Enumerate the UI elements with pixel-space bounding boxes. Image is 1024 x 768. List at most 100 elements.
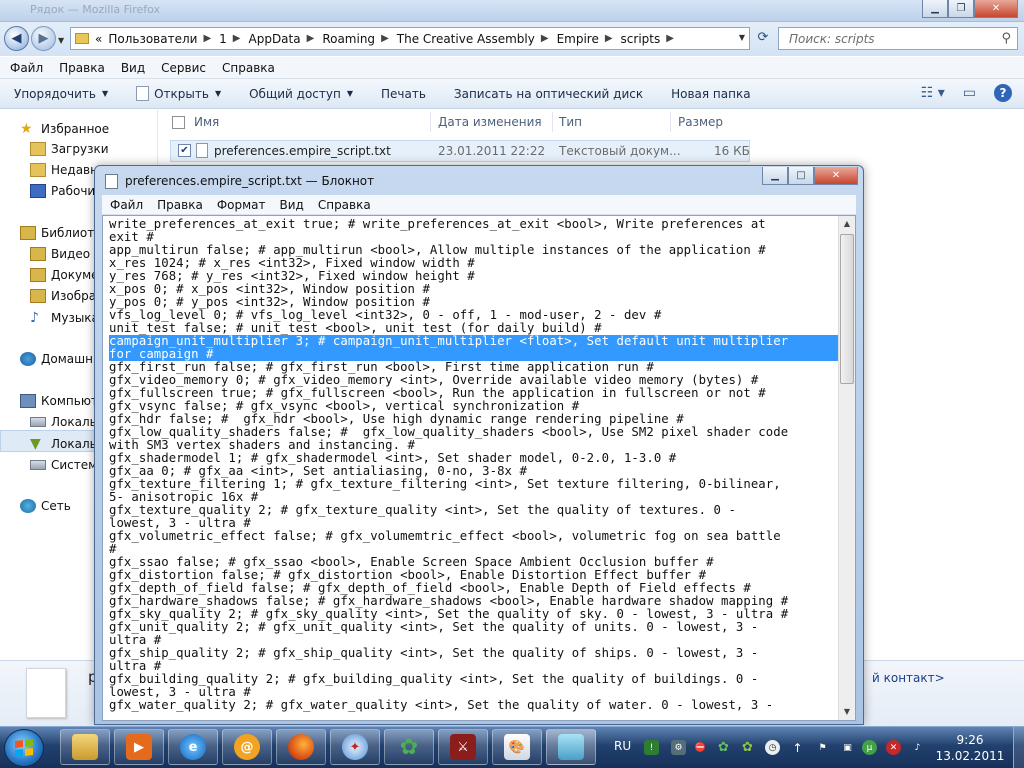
tray-torrent-icon[interactable]: µ (862, 740, 877, 755)
taskbar-internet-explorer[interactable]: e (168, 729, 218, 765)
preview-pane-icon[interactable]: ▭ (963, 85, 976, 101)
taskbar-clock[interactable]: 9:26 13.02.2011 (932, 732, 1008, 764)
column-divider[interactable] (670, 112, 671, 132)
start-button[interactable] (4, 729, 44, 767)
selected-text-line[interactable]: campaign_unit_multiplier 3; # campaign_u… (109, 335, 839, 348)
menu-help[interactable]: Справка (222, 61, 275, 75)
show-desktop-button[interactable] (1013, 727, 1024, 768)
tray-network-disabled-icon[interactable]: ✕ (886, 740, 901, 755)
nav-favorites[interactable]: ★ Избранное (20, 121, 109, 137)
tray-app-icon[interactable]: ! (644, 740, 659, 755)
nav-video[interactable]: Видео (30, 247, 90, 261)
breadcrumb-chevron-icon[interactable]: ▶ (203, 33, 211, 44)
close-button[interactable]: ✕ (974, 0, 1018, 18)
search-icon[interactable]: ⚲ (1001, 31, 1011, 46)
search-input[interactable]: Поиск: scripts ⚲ (778, 27, 1018, 50)
file-name[interactable]: preferences.empire_script.txt (214, 144, 391, 158)
text-line[interactable]: gfx_volumetric_effect false; # gfx_volum… (109, 530, 839, 543)
notepad-title-bar[interactable]: preferences.empire_script.txt — Блокнот … (95, 166, 863, 194)
tray-flag-icon[interactable]: ⚑ (815, 740, 830, 755)
tray-monitor-icon[interactable]: ▣ (840, 740, 855, 755)
refresh-button[interactable]: ⟳ (752, 30, 774, 48)
new-folder-button[interactable]: Новая папка (671, 87, 750, 101)
burn-button[interactable]: Записать на оптический диск (454, 87, 643, 101)
back-button[interactable]: ◀ (4, 26, 29, 51)
column-divider[interactable] (430, 112, 431, 132)
print-button[interactable]: Печать (381, 87, 426, 101)
nav-homegroup[interactable]: Домашня (20, 352, 100, 366)
address-bar[interactable]: « Пользователи ▶ 1 ▶ AppData ▶ Roaming ▶… (70, 27, 750, 50)
organize-button[interactable]: Упорядочить ▼ (14, 87, 108, 101)
taskbar-explorer[interactable] (60, 729, 110, 765)
scroll-up-icon[interactable]: ▲ (839, 216, 855, 232)
select-all-checkbox[interactable] (172, 116, 185, 129)
tray-clock-icon[interactable]: ◷ (765, 740, 780, 755)
notepad-text-content[interactable]: write_preferences_at_exit true; # write_… (109, 218, 839, 712)
file-checkbox-checked[interactable]: ✔ (178, 144, 191, 157)
nav-downloads[interactable]: Загрузки (30, 142, 109, 156)
column-divider[interactable] (552, 112, 553, 132)
text-line[interactable]: write_preferences_at_exit true; # write_… (109, 218, 839, 231)
breadcrumb-chevron-icon[interactable]: ▶ (666, 33, 674, 44)
column-header-type[interactable]: Тип (559, 110, 582, 134)
tray-network-icon[interactable]: ⚙ (671, 740, 686, 755)
nav-computer[interactable]: Компьюте (20, 394, 105, 408)
view-options-icon[interactable]: ☷ ▾ (921, 85, 945, 101)
forward-button[interactable]: ▶ (31, 26, 56, 51)
taskbar-notepad-active[interactable] (546, 729, 596, 765)
share-button[interactable]: Общий доступ ▼ (249, 87, 353, 101)
notepad-menu-edit[interactable]: Правка (157, 198, 203, 212)
explorer-title-bar[interactable]: Рядок — Mozilla Firefox ▁ ❐ ✕ (0, 0, 1024, 22)
notepad-maximize-button[interactable]: □ (788, 167, 814, 185)
nav-images[interactable]: Изобра (30, 289, 96, 303)
scroll-down-icon[interactable]: ▼ (839, 704, 855, 720)
notepad-menu-file[interactable]: Файл (110, 198, 143, 212)
tray-volume-icon[interactable]: ♪ (910, 740, 925, 755)
text-line[interactable]: gfx_water_quality 2; # gfx_water_quality… (109, 699, 839, 712)
menu-view[interactable]: Вид (121, 61, 145, 75)
breadcrumb-empire[interactable]: Empire (557, 32, 599, 46)
breadcrumb-scripts[interactable]: scripts (621, 32, 661, 46)
notepad-menu-format[interactable]: Формат (217, 198, 266, 212)
breadcrumb-chevron-icon[interactable]: ▶ (233, 33, 241, 44)
nav-documents[interactable]: Докуме (30, 268, 99, 282)
notepad-close-button[interactable]: ✕ (814, 167, 858, 185)
tray-icq-icon[interactable]: ✿ (716, 740, 731, 755)
nav-music[interactable]: ♪ Музыка (30, 310, 99, 326)
notepad-text-area[interactable]: write_preferences_at_exit true; # write_… (102, 215, 856, 721)
column-header-date[interactable]: Дата изменения (438, 110, 542, 134)
tray-arrow-icon[interactable]: ↑ (790, 740, 805, 755)
breadcrumb-overflow[interactable]: « (95, 32, 102, 46)
notepad-menu-help[interactable]: Справка (318, 198, 371, 212)
taskbar-media-player[interactable]: ▶ (114, 729, 164, 765)
breadcrumb-chevron-icon[interactable]: ▶ (381, 33, 389, 44)
text-line[interactable]: gfx_unit_quality 2; # gfx_unit_quality <… (109, 621, 839, 634)
address-dropdown-icon[interactable]: ▼ (739, 33, 745, 42)
open-button[interactable]: Открыть ▼ (136, 86, 221, 101)
column-header-name[interactable]: Имя (194, 110, 219, 134)
breadcrumb-chevron-icon[interactable]: ▶ (307, 33, 315, 44)
recent-pages-dropdown-icon[interactable]: ▼ (58, 36, 64, 45)
nav-desktop[interactable]: Рабочий (30, 184, 103, 198)
taskbar-mail[interactable]: @ (222, 729, 272, 765)
tray-messenger-icon[interactable]: ✿ (740, 740, 755, 755)
breadcrumb-chevron-icon[interactable]: ▶ (541, 33, 549, 44)
nav-network[interactable]: Сеть (20, 499, 71, 513)
taskbar-game[interactable]: ⚔ (438, 729, 488, 765)
menu-tools[interactable]: Сервис (161, 61, 206, 75)
column-header-size[interactable]: Размер (678, 110, 723, 134)
breadcrumb-creative-assembly[interactable]: The Creative Assembly (397, 32, 535, 46)
breadcrumb-users[interactable]: Пользователи (108, 32, 197, 46)
vertical-scrollbar[interactable]: ▲ ▼ (838, 216, 855, 720)
breadcrumb-1[interactable]: 1 (219, 32, 227, 46)
breadcrumb-chevron-icon[interactable]: ▶ (605, 33, 613, 44)
breadcrumb-appdata[interactable]: AppData (249, 32, 301, 46)
maximize-button[interactable]: ❐ (948, 0, 974, 18)
language-indicator[interactable]: RU (614, 739, 631, 753)
breadcrumb-roaming[interactable]: Roaming (322, 32, 375, 46)
menu-file[interactable]: Файл (10, 61, 43, 75)
notepad-menu-view[interactable]: Вид (280, 198, 304, 212)
details-contact-link[interactable]: й контакт> (872, 671, 945, 685)
menu-edit[interactable]: Правка (59, 61, 105, 75)
taskbar-safari[interactable]: ✦ (330, 729, 380, 765)
